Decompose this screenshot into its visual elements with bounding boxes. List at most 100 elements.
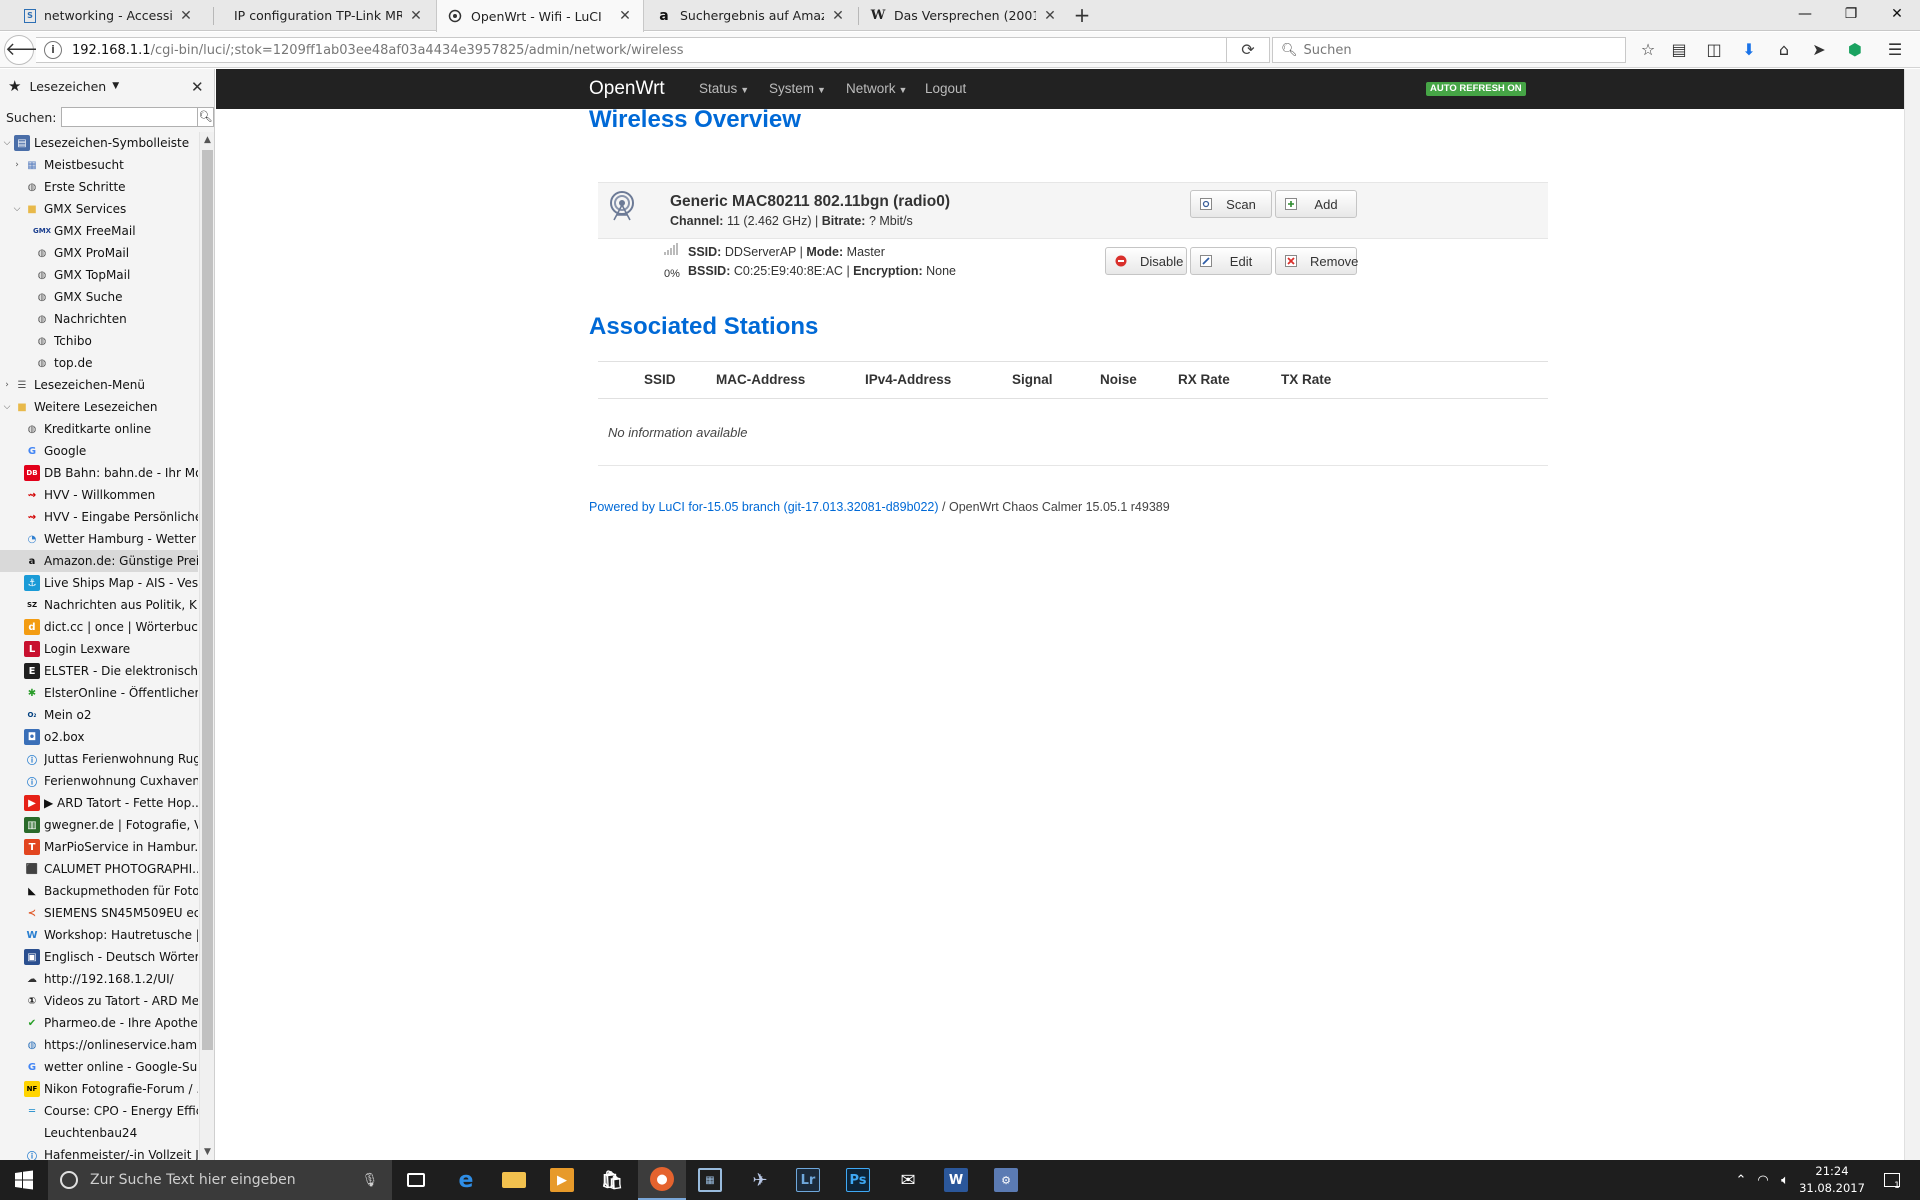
bookmark-item[interactable]: ◍ Erste Schritte (0, 176, 198, 198)
bookmark-item[interactable]: ⬛ CALUMET PHOTOGRAPHI... (0, 858, 198, 880)
bookmark-item[interactable]: ☁ http://192.168.1.2/UI/ (0, 968, 198, 990)
bird-app-icon[interactable]: ✈ (736, 1160, 784, 1200)
disable-button[interactable]: Disable (1105, 247, 1187, 275)
tab-wikipedia[interactable]: W Das Versprechen (2001) – Wiki ✕ (860, 0, 1068, 31)
close-icon[interactable]: ✕ (617, 8, 633, 24)
bookmark-item[interactable]: ◔ Wetter Hamburg - Wetter ... (0, 528, 198, 550)
add-button[interactable]: Add (1275, 190, 1357, 218)
edge-icon[interactable]: e (442, 1160, 490, 1200)
reading-list-icon[interactable]: ▤ (1669, 40, 1689, 60)
url-bar[interactable]: i 192.168.1.1/cgi-bin/luci/;stok=1209ff1… (36, 37, 1228, 63)
bookmark-item[interactable]: ◘ o2.box (0, 726, 198, 748)
bookmark-item[interactable]: ✱ ElsterOnline - Öffentlicher ... (0, 682, 198, 704)
tab-openwrt-active[interactable]: OpenWrt - Wifi - LuCI ✕ (436, 0, 644, 32)
bookmark-folder[interactable]: › ▦ Meistbesucht (0, 154, 198, 176)
search-icon[interactable]: 🔍︎ (197, 107, 214, 127)
new-tab-button[interactable]: + (1070, 0, 1094, 31)
minimize-icon[interactable]: — (1782, 0, 1828, 30)
bookmark-item[interactable]: d dict.cc | once | Wörterbuc... (0, 616, 198, 638)
sidebar-search-input[interactable] (61, 107, 198, 127)
site-info-icon[interactable]: i (44, 41, 62, 59)
bookmark-folder[interactable]: ⌵ ■ GMX Services (0, 198, 198, 220)
bookmark-item[interactable]: ═ Course: CPO - Energy Effic... (0, 1100, 198, 1122)
window-close-icon[interactable]: ✕ (1874, 0, 1920, 30)
reload-button[interactable]: ⟳ (1226, 37, 1270, 63)
twisty-open-icon[interactable]: ⌵ (0, 402, 14, 412)
bookmark-item[interactable]: ◍ GMX Suche (0, 286, 198, 308)
nav-status[interactable]: Status ▼ (699, 69, 749, 110)
bookmark-item[interactable]: NF Nikon Fotografie-Forum / ... (0, 1078, 198, 1100)
network-app-icon[interactable]: ⚙ (982, 1160, 1030, 1200)
bookmark-item[interactable]: ≺ SIEMENS SN45M509EU ec... (0, 902, 198, 924)
bookmark-item[interactable]: E ELSTER - Die elektronische... (0, 660, 198, 682)
nav-logout[interactable]: Logout (925, 69, 966, 109)
bookmark-item[interactable]: ▣ Englisch - Deutsch Wörter... (0, 946, 198, 968)
bookmark-item[interactable]: T MarPioService in Hambur... (0, 836, 198, 858)
bookmark-item[interactable]: ◍ Nachrichten (0, 308, 198, 330)
twisty-closed-icon[interactable]: › (10, 160, 24, 170)
lightroom-icon[interactable]: Lr (784, 1160, 832, 1200)
bookmark-item[interactable]: ✔ Pharmeo.de - Ihre Apothe... (0, 1012, 198, 1034)
bookmark-item[interactable]: DB DB Bahn: bahn.de - Ihr Mo... (0, 462, 198, 484)
volume-icon[interactable]: 🔈︎ (1774, 1160, 1796, 1200)
pocket-icon[interactable]: ◫ (1704, 40, 1724, 60)
scan-button[interactable]: Scan (1190, 190, 1272, 218)
bookmark-item[interactable]: O₂ Mein o2 (0, 704, 198, 726)
close-icon[interactable]: ✕ (178, 8, 194, 24)
bookmark-item[interactable]: ◍ Tchibo (0, 330, 198, 352)
close-icon[interactable]: ✕ (1042, 8, 1058, 24)
menu-icon[interactable]: ☰ (1885, 40, 1905, 60)
sidebar-header[interactable]: ★ Lesezeichen ▼ (0, 69, 214, 103)
scroll-thumb[interactable] (202, 150, 213, 1050)
task-view-icon[interactable] (392, 1160, 440, 1200)
bookmark-item[interactable]: ⇝ HVV - Willkommen (0, 484, 198, 506)
bookmark-folder[interactable]: ⌵ ▤ Lesezeichen-Symbolleiste (0, 132, 198, 154)
openwrt-brand[interactable]: OpenWrt (589, 69, 665, 109)
bookmark-item[interactable]: ① Videos zu Tatort - ARD Me... (0, 990, 198, 1012)
firefox-icon[interactable]: ● (638, 1160, 686, 1200)
tab-ip-configuration[interactable]: IP configuration TP-Link MR3020 ✕ (224, 0, 434, 31)
scroll-down-icon[interactable]: ▼ (200, 1144, 215, 1160)
close-icon[interactable]: ✕ (830, 8, 846, 24)
send-icon[interactable]: ➤ (1809, 40, 1829, 60)
bookmark-item[interactable]: ▶ ▶ ARD Tatort - Fette Hop... (0, 792, 198, 814)
bookmark-item[interactable]: G Google (0, 440, 198, 462)
bookmark-item[interactable]: ◍ Kreditkarte online (0, 418, 198, 440)
bookmark-folder[interactable]: ⌵ ■ Weitere Lesezeichen (0, 396, 198, 418)
bookmark-item[interactable]: Leuchtenbau24 (0, 1122, 198, 1144)
sidebar-scrollbar[interactable]: ▲ ▼ (199, 132, 214, 1160)
file-explorer-icon[interactable] (490, 1160, 538, 1200)
tab-amazon[interactable]: a Suchergebnis auf Amazon.de ✕ (646, 0, 856, 31)
media-player-icon[interactable]: ▶ (538, 1160, 586, 1200)
bookmark-item[interactable]: ◍ top.de (0, 352, 198, 374)
bookmark-item[interactable]: ◣ Backupmethoden für Foto... (0, 880, 198, 902)
twisty-open-icon[interactable]: ⌵ (0, 138, 14, 148)
maximize-icon[interactable]: ❐ (1828, 0, 1874, 30)
bookmark-item[interactable]: ⇝ HVV - Eingabe Persönliche... (0, 506, 198, 528)
bookmark-item[interactable]: a Amazon.de: Günstige Preis... (0, 550, 198, 572)
download-icon[interactable]: ⬇ (1739, 40, 1759, 60)
bookmark-item[interactable]: ⓘ Juttas Ferienwohnung Rug... (0, 748, 198, 770)
bookmark-item[interactable]: W Workshop: Hautretusche | ... (0, 924, 198, 946)
extension-icon[interactable]: ⬢ (1845, 40, 1865, 60)
bookmark-folder[interactable]: › ☰ Lesezeichen-Menü (0, 374, 198, 396)
back-button[interactable]: 🡐 (4, 35, 53, 65)
microphone-icon[interactable]: 🎙︎ (361, 1173, 378, 1188)
scroll-up-icon[interactable]: ▲ (200, 132, 215, 148)
edit-button[interactable]: Edit (1190, 247, 1272, 275)
page-scrollbar[interactable] (1904, 69, 1920, 1160)
photoshop-icon[interactable]: Ps (834, 1160, 882, 1200)
taskbar-search[interactable]: Zur Suche Text hier eingeben 🎙︎ (48, 1160, 392, 1200)
bookmark-item[interactable]: L Login Lexware (0, 638, 198, 660)
twisty-closed-icon[interactable]: › (0, 380, 14, 390)
bookmark-item[interactable]: Gwetter online - Google-Su... (0, 1056, 198, 1078)
tab-superuser[interactable]: S networking - Accessing to IP ✕ (14, 0, 204, 31)
bookmark-item[interactable]: ⚓ Live Ships Map - AIS - Vess... (0, 572, 198, 594)
word-icon[interactable]: W (932, 1160, 980, 1200)
bookmark-star-icon[interactable]: ☆ (1638, 40, 1658, 60)
nav-network[interactable]: Network ▼ (846, 69, 907, 110)
bookmark-item[interactable]: SZ Nachrichten aus Politik, K... (0, 594, 198, 616)
store-icon[interactable]: 🛍︎ (588, 1160, 636, 1200)
clock[interactable]: 21:24 31.08.2017 (1794, 1163, 1870, 1197)
search-bar[interactable]: 🔍︎ Suchen (1272, 37, 1626, 63)
